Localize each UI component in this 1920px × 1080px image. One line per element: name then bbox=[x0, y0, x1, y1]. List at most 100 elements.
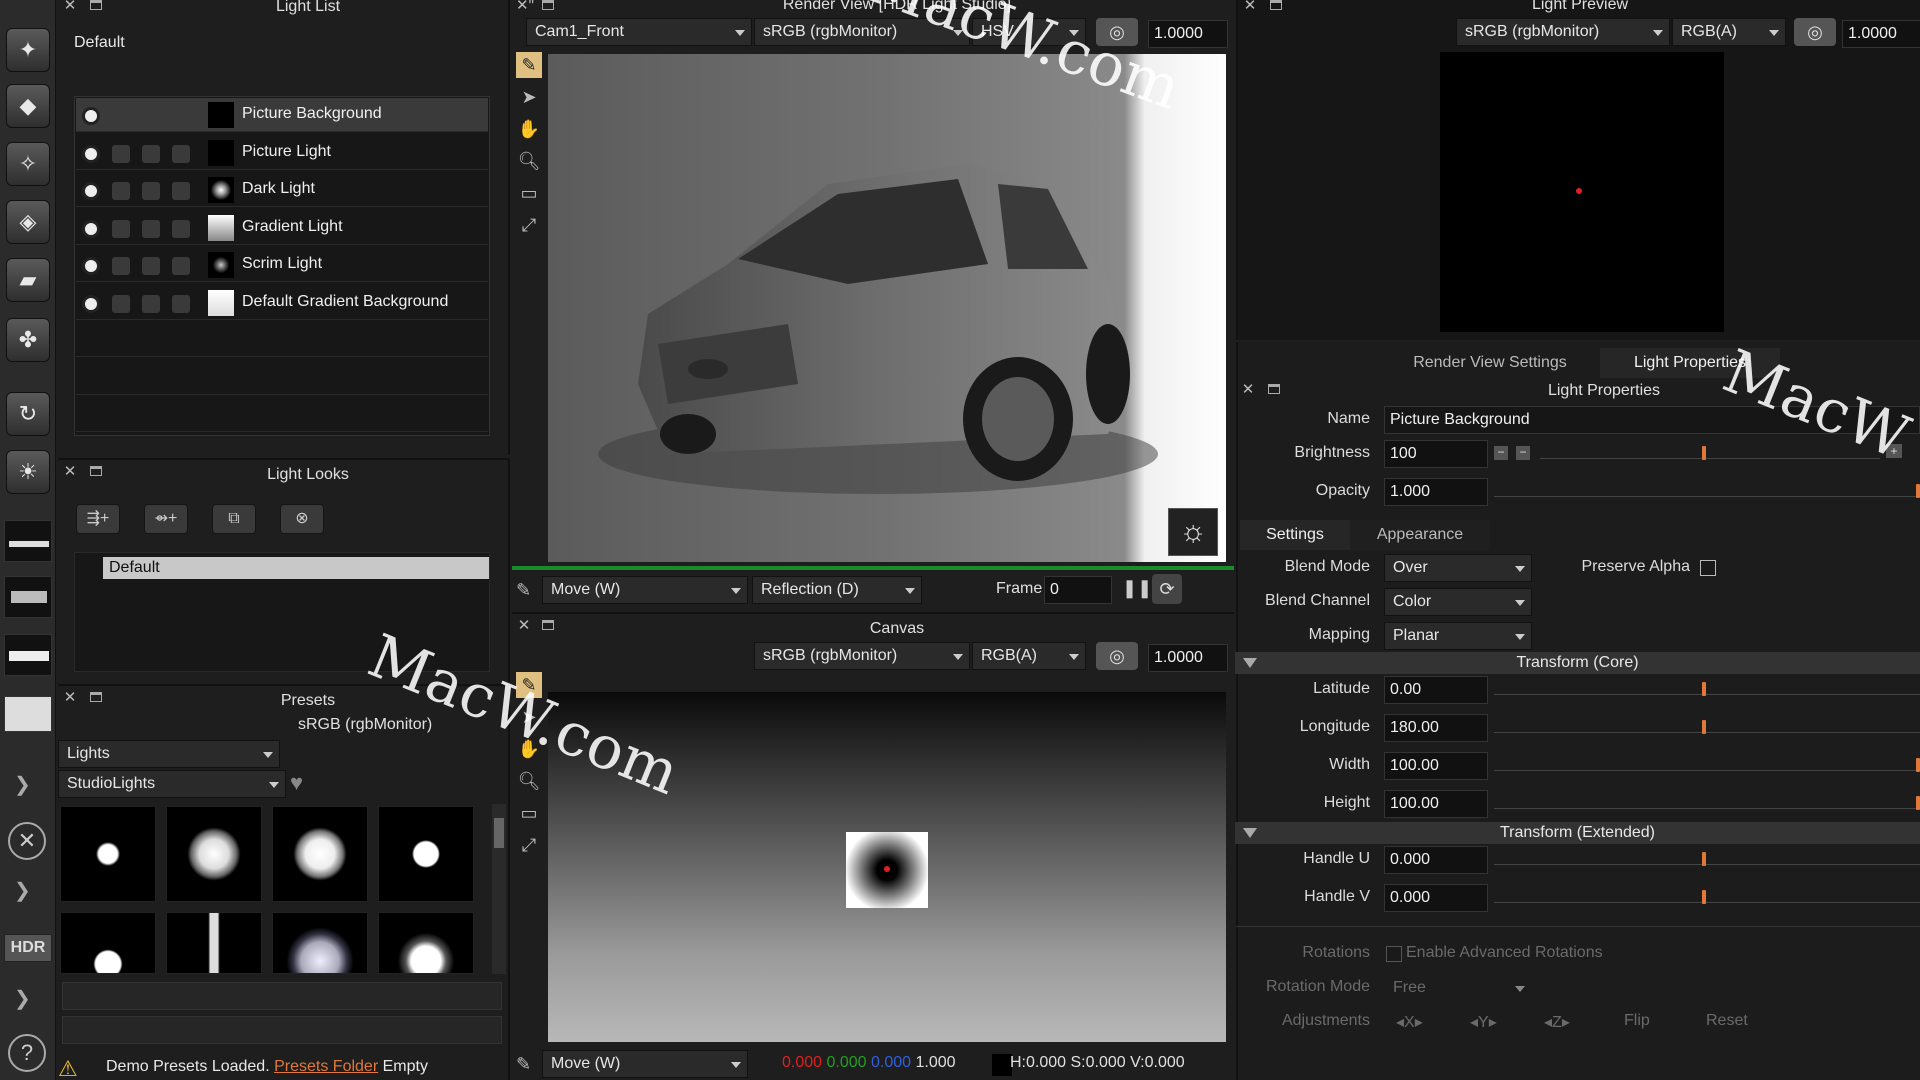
hand-icon[interactable]: ✋ bbox=[516, 116, 542, 142]
light-handle-dot[interactable] bbox=[884, 866, 890, 872]
render-icon[interactable] bbox=[142, 257, 160, 275]
add-multi-tool[interactable]: ✤ bbox=[6, 318, 50, 362]
solo-icon[interactable] bbox=[112, 107, 130, 125]
presets-color-space[interactable]: sRGB (rgbMonitor) bbox=[298, 716, 432, 734]
light-path-tool[interactable]: ↻ bbox=[6, 392, 50, 436]
preset-thumbnail[interactable] bbox=[272, 806, 368, 902]
help-button[interactable]: ? bbox=[8, 1034, 46, 1072]
pause-icon[interactable]: ❚❚ bbox=[1122, 578, 1152, 599]
preset-category-select[interactable]: Lights bbox=[58, 740, 280, 768]
light-list-row[interactable]: Default Gradient Background bbox=[76, 286, 488, 320]
collapse-triangle-icon[interactable] bbox=[1243, 658, 1257, 668]
light-preview-viewport[interactable] bbox=[1440, 52, 1724, 332]
preview-color-space-select[interactable]: sRGB (rgbMonitor) bbox=[1456, 18, 1670, 46]
brush-tool-icon[interactable]: ✎ bbox=[516, 672, 542, 698]
hdr-button[interactable]: HDR bbox=[4, 934, 52, 962]
render-icon[interactable] bbox=[142, 294, 160, 313]
adjust-x-button[interactable]: ◂X▸ bbox=[1396, 1012, 1423, 1032]
opacity-field[interactable]: 1.000 bbox=[1384, 478, 1488, 506]
canvas-mode-select[interactable]: Move (W) bbox=[542, 1050, 748, 1078]
add-point-tool[interactable]: ◈ bbox=[6, 200, 50, 244]
latitude-field[interactable]: 0.00 bbox=[1384, 676, 1488, 704]
handle-u-slider[interactable] bbox=[1494, 844, 1920, 872]
render-mode-select[interactable]: Move (W) bbox=[542, 576, 748, 604]
preset-thumbnail[interactable] bbox=[378, 912, 474, 974]
render-color-space-select[interactable]: sRGB (rgbMonitor) bbox=[754, 18, 970, 46]
longitude-slider[interactable] bbox=[1494, 712, 1920, 740]
tab-light-properties[interactable]: Light Properties bbox=[1600, 348, 1780, 378]
brightness-decrease-icon[interactable]: − bbox=[1494, 446, 1508, 460]
lock-icon[interactable] bbox=[172, 144, 190, 163]
light-list-row[interactable]: Picture Background bbox=[76, 98, 488, 132]
handle-u-field[interactable]: 0.000 bbox=[1384, 846, 1488, 874]
brightness-slider[interactable] bbox=[1540, 438, 1880, 466]
height-slider[interactable] bbox=[1494, 788, 1920, 816]
preset-thumbnail[interactable] bbox=[166, 912, 262, 974]
preset-library-select[interactable]: StudioLights bbox=[58, 770, 286, 798]
refresh-icon[interactable]: ⟳ bbox=[1152, 574, 1182, 604]
duplicate-look-button[interactable]: ⧉ bbox=[212, 504, 256, 534]
light-shape[interactable] bbox=[846, 832, 928, 908]
preset-scrollbar[interactable] bbox=[492, 804, 506, 974]
add-spot-tool[interactable]: ✧ bbox=[6, 142, 50, 186]
zoom-icon[interactable]: 🔍︎ bbox=[516, 768, 542, 794]
background-thumb-2[interactable] bbox=[4, 576, 52, 618]
select-arrow-icon[interactable]: ➤ bbox=[516, 84, 542, 110]
enable-rotations-checkbox[interactable] bbox=[1386, 946, 1402, 962]
solo-icon[interactable] bbox=[112, 144, 130, 163]
render-icon[interactable] bbox=[142, 144, 160, 163]
canvas-color-space-select[interactable]: sRGB (rgbMonitor) bbox=[754, 642, 970, 670]
preset-thumbnail[interactable] bbox=[166, 806, 262, 902]
expand-chevron-icon-3[interactable]: ❯ bbox=[14, 986, 31, 1011]
subtab-appearance[interactable]: Appearance bbox=[1350, 520, 1490, 550]
fit-icon[interactable]: ⤢ bbox=[516, 832, 542, 858]
brush-tool-icon[interactable]: ✎ bbox=[516, 52, 542, 78]
expand-chevron-icon[interactable]: ❯ bbox=[14, 772, 31, 797]
look-item-default[interactable]: Default bbox=[103, 557, 489, 579]
height-field[interactable]: 100.00 bbox=[1384, 790, 1488, 818]
reflection-select[interactable]: Reflection (D) bbox=[752, 576, 922, 604]
transform-core-header[interactable]: Transform (Core) bbox=[1235, 652, 1920, 674]
canvas-viewport[interactable] bbox=[548, 692, 1226, 1042]
render-icon[interactable] bbox=[142, 107, 160, 125]
light-list-row[interactable]: Picture Light bbox=[76, 136, 488, 170]
mapping-select[interactable]: Planar bbox=[1384, 622, 1532, 650]
add-sub-look-button[interactable]: ⇴+ bbox=[144, 504, 188, 534]
reset-button[interactable]: Reset bbox=[1706, 1012, 1748, 1030]
favorite-heart-icon[interactable]: ♥ bbox=[290, 770, 303, 796]
light-list-row[interactable]: Scrim Light bbox=[76, 248, 488, 282]
preset-thumbnail[interactable] bbox=[60, 806, 156, 902]
render-viewport[interactable]: ☼ bbox=[548, 54, 1226, 562]
preset-thumbnail[interactable] bbox=[378, 806, 474, 902]
sun-tool[interactable]: ☀ bbox=[6, 450, 50, 494]
add-strip-tool[interactable]: ▰ bbox=[6, 258, 50, 302]
light-list-row[interactable]: Gradient Light bbox=[76, 211, 488, 245]
width-slider[interactable] bbox=[1494, 750, 1920, 778]
delete-look-button[interactable]: ⊗ bbox=[280, 504, 324, 534]
lock-icon[interactable] bbox=[172, 219, 190, 238]
fit-icon[interactable]: ⤢ bbox=[516, 212, 542, 238]
preview-exposure-field[interactable]: 1.0000 bbox=[1842, 20, 1920, 48]
transform-extended-header[interactable]: Transform (Extended) bbox=[1235, 822, 1920, 844]
solo-icon[interactable] bbox=[112, 219, 130, 238]
lock-icon[interactable] bbox=[172, 182, 190, 200]
add-area-light-tool[interactable]: ◆ bbox=[6, 84, 50, 128]
width-field[interactable]: 100.00 bbox=[1384, 752, 1488, 780]
background-thumb-4[interactable] bbox=[4, 696, 52, 732]
longitude-field[interactable]: 180.00 bbox=[1384, 714, 1488, 742]
collapse-triangle-icon[interactable] bbox=[1243, 828, 1257, 838]
background-thumb-1[interactable] bbox=[4, 520, 52, 562]
preview-exposure-reset-icon[interactable]: ◎ bbox=[1794, 18, 1836, 46]
close-circle-icon[interactable]: ✕ bbox=[8, 822, 46, 860]
brush-icon[interactable]: ✎ bbox=[516, 580, 531, 601]
solo-icon[interactable] bbox=[112, 182, 130, 200]
camera-select[interactable]: Cam1_Front bbox=[526, 18, 752, 46]
brightness-field[interactable]: 100 bbox=[1384, 440, 1488, 468]
visibility-toggle-icon[interactable] bbox=[82, 182, 100, 200]
hand-icon[interactable]: ✋ bbox=[516, 736, 542, 762]
handle-v-field[interactable]: 0.000 bbox=[1384, 884, 1488, 912]
canvas-exposure-reset-icon[interactable]: ◎ bbox=[1096, 642, 1138, 670]
canvas-channel-select[interactable]: RGB(A) bbox=[972, 642, 1086, 670]
exposure-reset-icon[interactable]: ◎ bbox=[1096, 18, 1138, 46]
add-look-button[interactable]: ⇶+ bbox=[76, 504, 120, 534]
